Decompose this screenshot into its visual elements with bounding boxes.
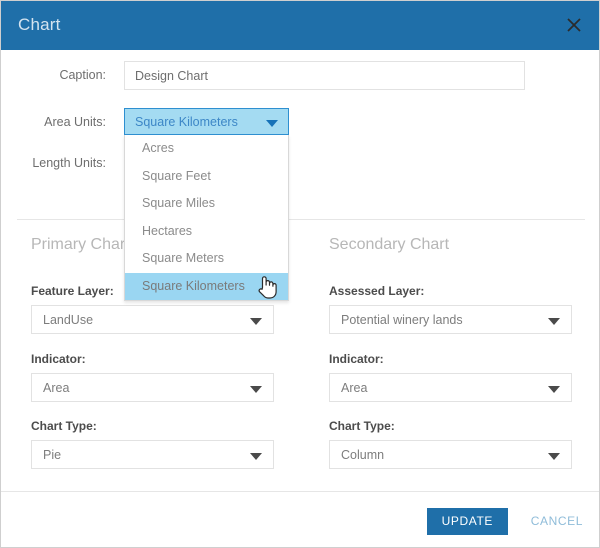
primary-chart-type-label: Chart Type: [31,419,274,433]
secondary-indicator-field: Indicator: Area [329,352,572,402]
secondary-chart-type-field: Chart Type: Column [329,419,572,469]
area-units-label: Area Units: [1,115,106,129]
primary-chart-title: Primary Chart [31,236,130,254]
chevron-down-icon [250,453,262,460]
list-item[interactable]: Acres [125,135,288,163]
primary-indicator-value: Area [43,381,69,395]
list-item[interactable]: Hectares [125,218,288,246]
secondary-assessed-layer-select[interactable]: Potential winery lands [329,305,572,334]
secondary-indicator-value: Area [341,381,367,395]
primary-indicator-field: Indicator: Area [31,352,274,402]
primary-feature-layer-select[interactable]: LandUse [31,305,274,334]
close-icon[interactable] [559,10,589,40]
chart-dialog: Chart Caption: Area Units: Length Units:… [0,0,600,548]
length-units-label: Length Units: [1,155,106,172]
secondary-indicator-label: Indicator: [329,352,572,366]
page-title: Chart [18,15,61,35]
secondary-assessed-layer-value: Potential winery lands [341,313,463,327]
chevron-down-icon [250,318,262,325]
secondary-chart-type-value: Column [341,448,384,462]
list-item[interactable]: Square Meters [125,245,288,273]
primary-indicator-label: Indicator: [31,352,274,366]
caption-label: Caption: [1,68,106,82]
area-units-option-list: Acres Square Feet Square Miles Hectares … [124,135,289,301]
chevron-down-icon [548,318,560,325]
list-item-selected[interactable]: Square Kilometers [125,273,288,301]
update-button[interactable]: UPDATE [427,508,508,535]
chevron-down-icon [266,120,278,127]
caption-input[interactable] [124,61,525,90]
list-item[interactable]: Square Feet [125,163,288,191]
secondary-chart-type-select[interactable]: Column [329,440,572,469]
primary-chart-type-select[interactable]: Pie [31,440,274,469]
secondary-assessed-layer-label: Assessed Layer: [329,284,572,298]
cancel-button[interactable]: CANCEL [531,508,583,535]
list-item[interactable]: Square Miles [125,190,288,218]
chevron-down-icon [548,386,560,393]
secondary-chart-title: Secondary Chart [329,236,449,254]
secondary-chart-type-label: Chart Type: [329,419,572,433]
section-divider [17,219,585,220]
primary-chart-type-value: Pie [43,448,61,462]
area-units-combobox-trigger[interactable]: Square Kilometers [124,108,289,135]
secondary-indicator-select[interactable]: Area [329,373,572,402]
chevron-down-icon [250,386,262,393]
secondary-assessed-layer-field: Assessed Layer: Potential winery lands [329,284,572,334]
area-units-combobox[interactable]: Square Kilometers Acres Square Feet Squa… [124,108,289,301]
area-units-selected-value: Square Kilometers [135,115,238,129]
dialog-body: Caption: Area Units: Length Units: Squar… [1,50,600,491]
primary-feature-layer-value: LandUse [43,313,93,327]
primary-chart-type-field: Chart Type: Pie [31,419,274,469]
primary-indicator-select[interactable]: Area [31,373,274,402]
dialog-header: Chart [1,1,600,50]
hand-pointer-icon [255,273,277,299]
chevron-down-icon [548,453,560,460]
dialog-footer: UPDATE CANCEL [1,491,600,548]
